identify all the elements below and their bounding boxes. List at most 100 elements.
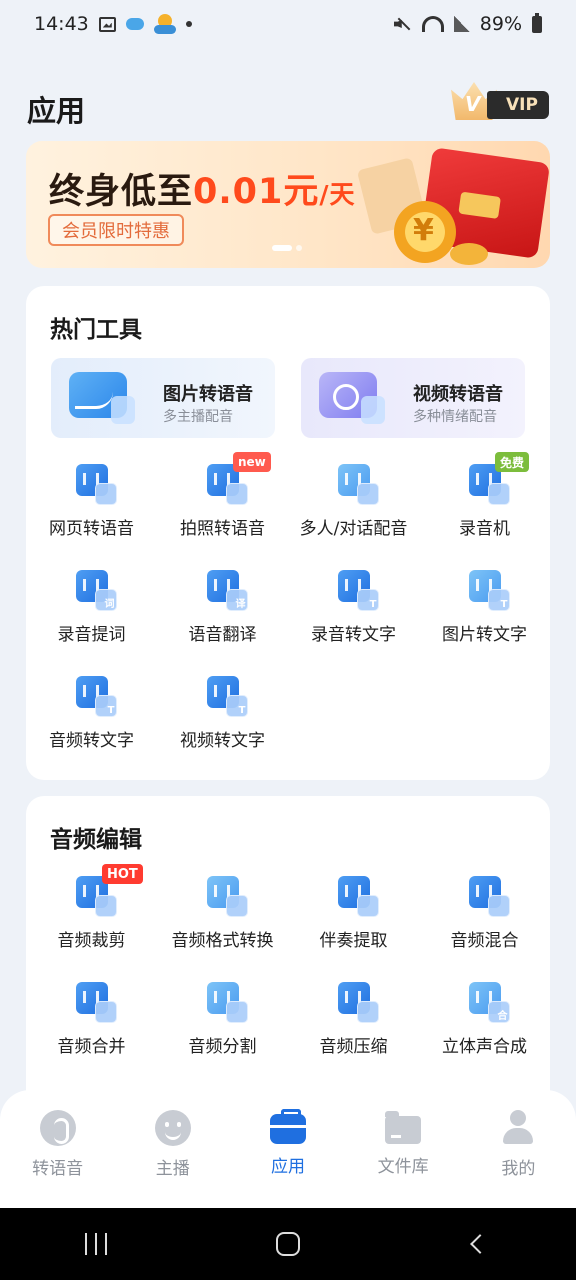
tool-label: 录音提词 [57, 625, 126, 645]
new-badge: new [233, 452, 271, 472]
tab-label: 我的 [501, 1159, 536, 1179]
tool-webpage-voice[interactable]: 网页转语音 [26, 464, 157, 564]
banner-headline-prefix: 终身低至 [49, 172, 194, 212]
tool-label: 音频转文字 [49, 731, 134, 751]
hot-tools-card: 热门工具 图片转语音 多主播配音 视频转语音 多种情绪配音 网页转语音 new … [26, 286, 550, 780]
pagination-dot-active[interactable] [272, 245, 292, 251]
tool-video-to-text[interactable]: T 视频转文字 [157, 676, 288, 776]
anchor-tab-icon [154, 1110, 191, 1146]
tool-audio-mix[interactable]: 音频混合 [419, 876, 550, 976]
more-notifications-icon [185, 21, 192, 27]
tool-label: 录音机 [459, 519, 510, 539]
voice-tab-icon [39, 1110, 76, 1146]
tool-audio-format[interactable]: 音频格式转换 [157, 876, 288, 976]
wifi-icon [421, 16, 444, 32]
weather-notification-icon [153, 14, 176, 34]
tool-stereo[interactable]: 合 立体声合成 [419, 982, 550, 1082]
tool-audio-merge[interactable]: 音频合并 [26, 982, 157, 1082]
home-icon [276, 1232, 300, 1256]
image-voice-icon [69, 372, 135, 424]
feature-name: 视频转语音 [413, 384, 503, 405]
status-bar: 14:43 89% [0, 0, 576, 48]
tool-dialogue-dub[interactable]: 多人/对话配音 [288, 464, 419, 564]
mute-icon [394, 16, 412, 32]
free-badge: 免费 [495, 452, 530, 472]
back-button[interactable] [440, 1219, 520, 1269]
tool-audio-to-text[interactable]: T 音频转文字 [26, 676, 157, 776]
status-right: 89% [394, 12, 542, 35]
tool-label: 录音转文字 [311, 625, 396, 645]
tool-accompaniment[interactable]: 伴奏提取 [288, 876, 419, 976]
vip-button[interactable]: V VIP [451, 82, 549, 122]
tool-image-to-text[interactable]: T 图片转文字 [419, 570, 550, 670]
tool-record-to-text[interactable]: T 录音转文字 [288, 570, 419, 670]
banner-tag: 会员限时特惠 [48, 214, 184, 246]
image-to-text-icon: T [468, 570, 510, 611]
tab-label: 文件库 [377, 1157, 429, 1177]
status-left: 14:43 [34, 13, 192, 35]
tool-voice-translate[interactable]: 译 语音翻译 [157, 570, 288, 670]
tool-label: 音频合并 [57, 1037, 126, 1057]
tab-me[interactable]: 我的 [461, 1090, 576, 1208]
back-icon [470, 1234, 490, 1254]
video-voice-icon [319, 372, 385, 424]
tool-label: 音频混合 [450, 931, 519, 951]
promo-banner[interactable]: 终身低至0.01元/天 会员限时特惠 [26, 141, 550, 268]
user-tab-icon [500, 1110, 536, 1146]
coin-icon [394, 201, 456, 263]
tool-audio-split[interactable]: 音频分割 [157, 982, 288, 1082]
section-title: 音频编辑 [50, 827, 142, 853]
tool-label: 图片转文字 [442, 625, 527, 645]
tool-label: 伴奏提取 [319, 931, 388, 951]
image-to-voice-card[interactable]: 图片转语音 多主播配音 [51, 358, 275, 438]
coin-stack-icon [450, 243, 488, 265]
banner-pagination[interactable] [272, 245, 302, 251]
banner-headline: 终身低至0.01元/天 [49, 163, 356, 214]
battery-icon [532, 12, 542, 33]
recent-apps-icon [85, 1233, 107, 1255]
video-to-voice-card[interactable]: 视频转语音 多种情绪配音 [301, 358, 525, 438]
webpage-voice-icon [75, 464, 117, 505]
tool-label: 音频压缩 [319, 1037, 388, 1057]
tool-audio-crop[interactable]: HOT 音频裁剪 [26, 864, 157, 976]
tool-recorder[interactable]: 免费 录音机 [419, 452, 550, 564]
tab-label: 主播 [155, 1159, 190, 1179]
tool-label: 拍照转语音 [180, 519, 265, 539]
feature-subtitle: 多主播配音 [163, 409, 233, 425]
section-title: 热门工具 [50, 317, 142, 343]
record-to-text-icon: T [337, 570, 379, 611]
bottom-tab-bar: 转语音 主播 应用 文件库 我的 [0, 1090, 576, 1208]
tool-label: 语音翻译 [188, 625, 257, 645]
feature-name: 图片转语音 [163, 384, 253, 405]
tool-teleprompter[interactable]: 词 录音提词 [26, 570, 157, 670]
signal-icon [453, 16, 470, 32]
tool-label: 音频裁剪 [57, 931, 126, 951]
tab-voice[interactable]: 转语音 [0, 1090, 115, 1208]
tool-photo-voice[interactable]: new 拍照转语音 [157, 452, 288, 564]
red-envelope-illustration [350, 147, 550, 268]
tool-audio-compress[interactable]: 音频压缩 [288, 982, 419, 1082]
gallery-notification-icon [98, 16, 116, 32]
recent-apps-button[interactable] [56, 1219, 136, 1269]
accompaniment-icon [337, 876, 379, 917]
pagination-dot[interactable] [296, 245, 302, 251]
stereo-icon: 合 [468, 982, 510, 1023]
audio-format-icon [206, 876, 248, 917]
home-button[interactable] [248, 1219, 328, 1269]
tab-anchor[interactable]: 主播 [115, 1090, 230, 1208]
audio-compress-icon [337, 982, 379, 1023]
vip-crown-letter: V [465, 92, 481, 116]
vip-label: VIP [487, 91, 549, 119]
battery-percent: 89% [479, 13, 522, 35]
tab-files[interactable]: 文件库 [346, 1090, 461, 1208]
tool-label: 多人/对话配音 [299, 519, 408, 539]
tool-label: 音频分割 [188, 1037, 257, 1057]
tab-apps[interactable]: 应用 [230, 1090, 345, 1208]
dialogue-dub-icon [337, 464, 379, 505]
system-nav-bar [0, 1208, 576, 1280]
cloud-notification-icon [125, 18, 144, 30]
voice-translate-icon: 译 [206, 570, 248, 611]
audio-merge-icon [75, 982, 117, 1023]
tool-label: 网页转语音 [49, 519, 134, 539]
tool-label: 立体声合成 [442, 1037, 527, 1057]
